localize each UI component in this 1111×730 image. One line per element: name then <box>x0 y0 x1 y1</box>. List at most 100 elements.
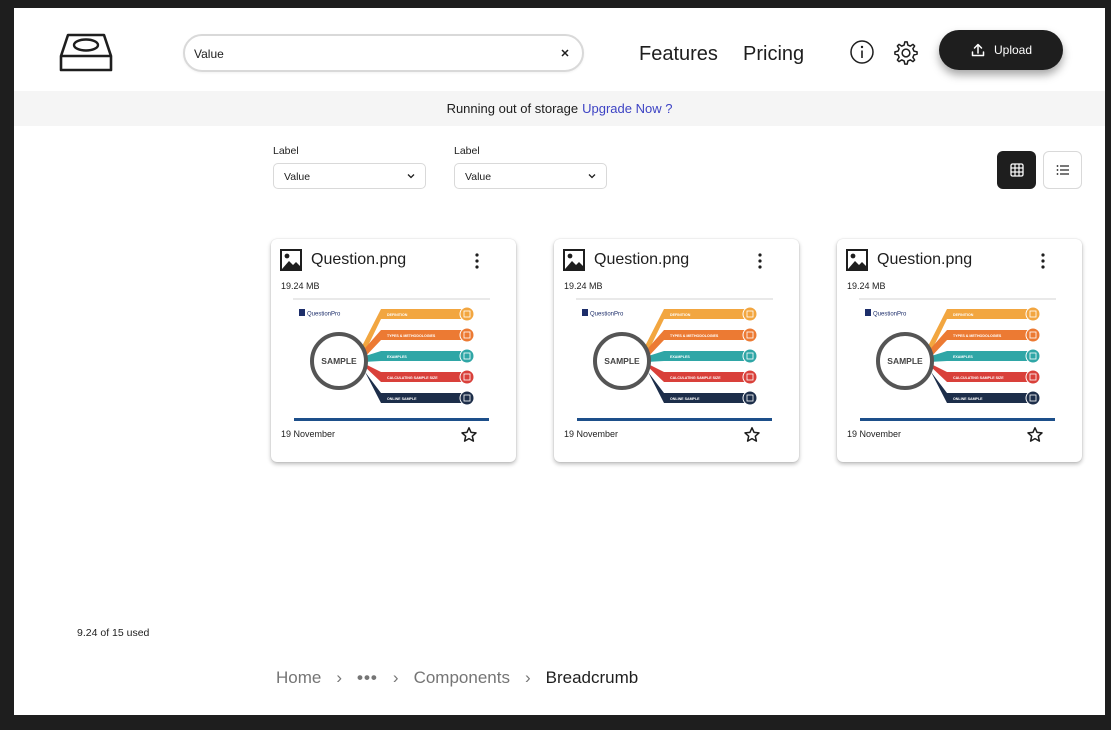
thumb-item-label: CALCULATING SAMPLE SIZE <box>387 376 438 380</box>
banner-text: Running out of storage <box>446 101 579 116</box>
thumb-item-icon <box>459 306 475 322</box>
hard-drive-icon[interactable] <box>58 32 114 74</box>
storage-used-text: 9.24 of 15 used <box>77 627 150 639</box>
thumb-brand: QuestionPro <box>590 312 624 318</box>
filter-select[interactable]: Value <box>273 163 426 189</box>
thumb-item-icon <box>742 369 758 385</box>
breadcrumb: Home › ••• › Components › Breadcrumb <box>276 668 638 688</box>
thumb-item-label: ONLINE SAMPLE <box>387 397 417 401</box>
filter-label: Label <box>454 145 480 157</box>
star-icon[interactable] <box>460 426 478 444</box>
thumb-item-icon <box>459 327 475 343</box>
storage-banner: Running out of storage Upgrade Now ? <box>14 91 1105 126</box>
thumb-item-label: EXAMPLES <box>953 355 973 359</box>
filter-2: Label Value <box>454 145 607 189</box>
thumb-item-label: DEFINITION <box>953 313 974 317</box>
file-date: 19 November <box>281 429 336 439</box>
thumb-item-label: EXAMPLES <box>670 355 690 359</box>
thumb-item-icon <box>1025 369 1041 385</box>
thumb-item-icon <box>459 369 475 385</box>
upload-icon <box>971 43 985 57</box>
thumb-item-label: ONLINE SAMPLE <box>953 397 983 401</box>
filter-value: Value <box>465 171 492 183</box>
thumb-item-label: CALCULATING SAMPLE SIZE <box>953 376 1004 380</box>
filter-1: Label Value <box>273 145 426 189</box>
thumb-center: SAMPLE <box>887 356 923 366</box>
file-name: Question.png <box>877 251 973 268</box>
breadcrumb-current: Breadcrumb <box>545 668 639 687</box>
brand-logo-icon <box>299 309 305 316</box>
thumb-item-icon <box>1025 327 1041 343</box>
file-thumbnail: QuestionPro DEFINITION TYPES & METHODOLOG… <box>289 296 494 425</box>
file-size: 19.24 MB <box>847 281 886 291</box>
more-options-icon[interactable] <box>469 250 485 272</box>
file-date: 19 November <box>847 429 902 439</box>
thumb-item-icon <box>1025 348 1041 364</box>
breadcrumb-ellipsis[interactable]: ••• <box>357 668 378 688</box>
thumb-item-icon <box>1025 306 1041 322</box>
grid-icon <box>1009 163 1024 177</box>
close-icon[interactable] <box>557 45 573 61</box>
thumb-item-label: DEFINITION <box>387 313 408 317</box>
brand-logo-icon <box>865 309 871 316</box>
filter-label: Label <box>273 145 299 157</box>
thumb-center: SAMPLE <box>604 356 640 366</box>
thumb-item-icon <box>1025 390 1041 406</box>
star-icon[interactable] <box>743 426 761 444</box>
image-file-icon <box>280 249 302 271</box>
file-thumbnail: QuestionPro DEFINITION TYPES & METHODOLOG… <box>572 296 777 425</box>
search-bar <box>183 34 584 72</box>
more-options-icon[interactable] <box>752 250 768 272</box>
thumb-item-label: DEFINITION <box>670 313 691 317</box>
image-file-icon <box>846 249 868 271</box>
thumb-item-icon <box>742 348 758 364</box>
app-frame: Features Pricing Upload Running out of s… <box>14 8 1105 715</box>
thumb-item-label: TYPES & METHODOLOGIES <box>953 334 1002 338</box>
gear-icon[interactable] <box>892 39 920 67</box>
thumb-brand: QuestionPro <box>873 312 907 318</box>
file-card[interactable]: Question.png 19.24 MB QuestionPro DEFINI… <box>271 239 516 462</box>
chevron-down-icon <box>407 174 415 179</box>
thumb-item-icon <box>459 348 475 364</box>
grid-view-button[interactable] <box>997 151 1036 189</box>
breadcrumb-item-components[interactable]: Components <box>414 668 510 688</box>
chevron-right-icon: › <box>524 668 531 687</box>
file-date: 19 November <box>564 429 619 439</box>
file-size: 19.24 MB <box>564 281 603 291</box>
chevron-down-icon <box>588 174 596 179</box>
file-card[interactable]: Question.png 19.24 MB QuestionPro DEFINI… <box>554 239 799 462</box>
thumb-item-label: CALCULATING SAMPLE SIZE <box>670 376 721 380</box>
thumb-item-icon <box>459 390 475 406</box>
nav-link-pricing[interactable]: Pricing <box>743 43 804 66</box>
thumb-item-icon <box>742 327 758 343</box>
breadcrumb-item-home[interactable]: Home <box>276 668 321 688</box>
thumb-item-label: EXAMPLES <box>387 355 407 359</box>
image-file-icon <box>563 249 585 271</box>
thumb-center: SAMPLE <box>321 356 357 366</box>
file-size: 19.24 MB <box>281 281 320 291</box>
thumb-item-icon <box>742 306 758 322</box>
brand-logo-icon <box>582 309 588 316</box>
search-input[interactable] <box>194 44 544 64</box>
upload-label: Upload <box>993 43 1033 57</box>
more-options-icon[interactable] <box>1035 250 1051 272</box>
nav-link-features[interactable]: Features <box>639 43 718 66</box>
list-view-button[interactable] <box>1043 151 1082 189</box>
filter-select[interactable]: Value <box>454 163 607 189</box>
thumb-item-label: TYPES & METHODOLOGIES <box>387 334 436 338</box>
thumb-item-label: ONLINE SAMPLE <box>670 397 700 401</box>
chevron-right-icon: › <box>336 668 343 687</box>
thumb-item-label: TYPES & METHODOLOGIES <box>670 334 719 338</box>
chevron-right-icon: › <box>392 668 399 687</box>
file-name: Question.png <box>311 251 407 268</box>
upload-button[interactable]: Upload <box>939 30 1063 70</box>
thumb-brand: QuestionPro <box>307 312 341 318</box>
star-icon[interactable] <box>1026 426 1044 444</box>
file-card[interactable]: Question.png 19.24 MB QuestionPro DEFINI… <box>837 239 1082 462</box>
info-icon[interactable] <box>849 39 875 65</box>
upgrade-link[interactable]: Upgrade Now ? <box>582 101 672 116</box>
file-thumbnail: QuestionPro DEFINITION TYPES & METHODOLOG… <box>855 296 1060 425</box>
file-name: Question.png <box>594 251 690 268</box>
list-icon <box>1056 165 1069 175</box>
filter-value: Value <box>284 171 311 183</box>
